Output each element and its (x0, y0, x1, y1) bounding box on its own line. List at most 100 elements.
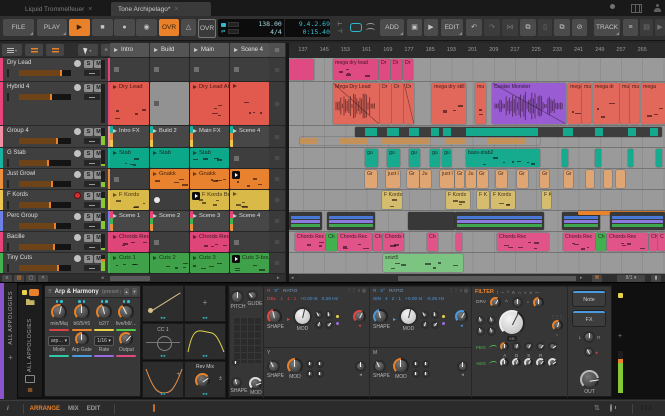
arranger-clip-c[interactable]: C (658, 233, 665, 251)
arranger-clip-gr[interactable]: Gr (407, 170, 419, 188)
transport-display[interactable]: ⇄ 138.00 4/4 9.4.2.69 0:15.40 (218, 19, 330, 37)
sub-shape-knob[interactable] (267, 360, 280, 373)
param-b6-5-5[interactable]: b6/5/#5 (71, 300, 92, 331)
chain-folder-icon[interactable] (26, 299, 35, 305)
scene-header-intro[interactable]: Intro (110, 43, 149, 57)
clip-slot-dry-lead-alt[interactable]: Dry Lead Alt (190, 82, 229, 125)
filter-type-icon[interactable]: ~ (501, 290, 504, 295)
split-button[interactable]: ⋈ (502, 19, 518, 36)
arranger-clip-dr[interactable]: Dr (403, 59, 413, 80)
osc-mini-knob[interactable] (431, 311, 439, 319)
launcher-hscrollbar[interactable] (100, 275, 284, 282)
arranger-clip-dr[interactable]: Dr (380, 83, 391, 124)
scene-header-build[interactable]: Build (150, 43, 189, 57)
cutoff-knob[interactable] (499, 310, 525, 336)
arranger-clip[interactable] (656, 149, 662, 167)
arranger-clip[interactable] (289, 59, 314, 80)
clip-slot-chords-rec2[interactable]: Chords Rec2 (190, 232, 229, 252)
clip-slot[interactable] (150, 58, 189, 81)
sub-mini-knob[interactable] (316, 360, 324, 368)
pan-slider[interactable] (84, 70, 100, 76)
lane-toggle-button[interactable] (25, 44, 43, 56)
arranger-clip-mu[interactable]: mu (630, 83, 639, 124)
sub-mini-knob[interactable] (422, 360, 430, 368)
tempo-value[interactable]: 138.00 (243, 20, 282, 28)
arranger-clip-gr[interactable]: Gr (517, 170, 528, 188)
mapping-panel-icon[interactable] (610, 405, 620, 414)
pointer-tool-button[interactable]: ▾ (78, 44, 98, 56)
solo-button[interactable]: S (84, 84, 93, 92)
sub-mini-knob[interactable] (412, 370, 420, 378)
arranger-clip-gr[interactable]: Gr (564, 170, 573, 188)
user-icon[interactable] (653, 4, 662, 12)
arranger-clip[interactable] (604, 170, 612, 188)
arranger-clip-f-k[interactable]: F K (542, 191, 551, 209)
time-signature[interactable]: 4/4 (243, 28, 282, 36)
notification-icon[interactable] (610, 4, 615, 9)
fx-button[interactable]: FX (573, 311, 605, 326)
arranger-clip-gr[interactable]: Gr (496, 170, 507, 188)
info-icon[interactable]: i (7, 406, 9, 412)
volume-slider[interactable] (19, 181, 71, 187)
scene-options-button[interactable]: ≣ (269, 232, 285, 252)
page-up-button[interactable]: ▴ (124, 288, 129, 295)
osc-value[interactable]: 4 (385, 296, 388, 303)
bipolar-toggle[interactable]: ± (219, 376, 222, 382)
arranger-lane-bacille[interactable]: Chords RecChChords RecChChords IChChords… (289, 232, 665, 253)
sub-mini-knob[interactable] (316, 370, 324, 378)
clip-slot[interactable] (110, 58, 149, 81)
track-row-dry-lead[interactable]: Dry LeadSM (0, 58, 110, 82)
arranger-clip-ch[interactable]: Ch (649, 233, 657, 251)
clip-slot-stab[interactable]: Stab (190, 148, 229, 168)
arranger-lane-tiny-cuts[interactable]: snizt5 (289, 253, 665, 274)
track-row-bacille[interactable]: BacilleSM (0, 232, 110, 253)
scroll-left-icon[interactable]: ◂ (101, 275, 104, 281)
filter-type-icon[interactable]: ≈ (524, 290, 526, 295)
modulator-cc[interactable]: CC 1◂ ▸ (142, 323, 184, 360)
osc-value[interactable]: SIN (373, 296, 381, 303)
track-row-tiny-cuts[interactable]: Tiny CutsSM (0, 253, 110, 274)
clip-slot[interactable] (150, 82, 189, 125)
sub-mini-knob[interactable] (306, 360, 314, 368)
filter-mini-knob[interactable] (487, 327, 496, 336)
clip-slot-chords-rec[interactable]: Chords Rec (110, 232, 149, 252)
clip-slot-cuts-2[interactable]: Cuts 2 (150, 253, 189, 273)
osc-shape-knob[interactable] (267, 309, 282, 324)
arranger-clip-gu[interactable]: gu (409, 149, 420, 167)
sub-shape-knob[interactable] (373, 360, 386, 373)
mixer-panel-icon[interactable] (169, 405, 179, 414)
osc-value[interactable]: 1 : 1 (287, 296, 296, 303)
clip-slot[interactable]: Main FX (190, 126, 229, 147)
pan-slider[interactable] (84, 160, 100, 166)
osc-value[interactable]: +0.00 st (405, 296, 422, 303)
copy-button[interactable]: ⧉ (520, 19, 536, 36)
sub-mini-knob[interactable] (422, 370, 430, 378)
record-button[interactable]: ● (114, 19, 135, 36)
monitor-button[interactable] (74, 128, 81, 135)
envelope-knob[interactable] (524, 342, 533, 351)
clip-slot[interactable]: Scene 3 (190, 211, 229, 231)
launcher-io-button[interactable]: ▥ (14, 275, 24, 282)
browser-panel-icon[interactable] (562, 405, 572, 414)
arranger-clip-gu[interactable]: gu (442, 149, 451, 167)
save-button[interactable]: ▣ (407, 19, 422, 36)
clip-slot[interactable]: Build 2 (150, 126, 189, 147)
view-toggle-edit[interactable]: EDIT (87, 406, 101, 412)
volume-slider[interactable] (19, 160, 71, 166)
modulator-revmix[interactable]: Rev Mix±◂ ▸ (184, 361, 226, 398)
arranger-clip-mega-dry-still[interactable]: mega dry still (432, 83, 466, 124)
osc-mod-knob[interactable] (293, 307, 312, 326)
note-fx-button[interactable]: Note (573, 291, 605, 306)
loop-button[interactable] (350, 19, 362, 36)
x-mod-knob[interactable] (249, 377, 262, 390)
arranger-clip-mega[interactable]: mega (641, 83, 665, 124)
arranger-clip-ch[interactable]: Ch (373, 233, 382, 251)
close-tab-icon[interactable]: × (174, 6, 178, 13)
param-dropdown[interactable]: 1/16 ▾ (94, 336, 114, 346)
zoom-level-dropdown[interactable]: 8/1 ▾ (617, 275, 645, 282)
file-menu-button[interactable]: FILE (3, 19, 34, 36)
param-b2-7[interactable]: b2/7 (93, 300, 114, 331)
track-row-perc-group[interactable]: Perc GroupSM (0, 211, 110, 232)
filter-knob[interactable] (533, 297, 544, 308)
filter-mini-knob[interactable] (476, 316, 485, 325)
